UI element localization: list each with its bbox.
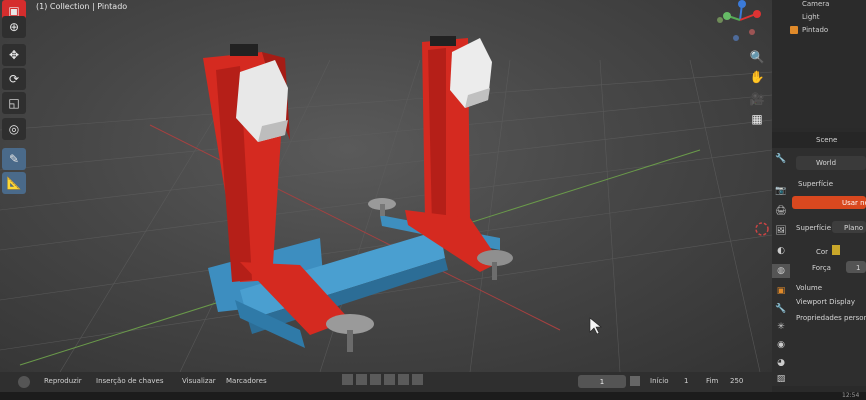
prev-key-icon[interactable] bbox=[356, 374, 367, 385]
start-value[interactable]: 1 bbox=[684, 377, 688, 385]
status-bar: 12:54 bbox=[0, 392, 866, 400]
outliner-item-pintado[interactable]: Pintado bbox=[802, 26, 828, 34]
zoom-icon[interactable]: 🔍 bbox=[748, 48, 766, 66]
move-icon[interactable]: ✥ bbox=[2, 44, 26, 66]
rotate-icon[interactable]: ⟳ bbox=[2, 68, 26, 90]
end-value[interactable]: 250 bbox=[730, 377, 743, 385]
play-icon[interactable] bbox=[384, 374, 395, 385]
playback-controls bbox=[342, 374, 438, 388]
panel-surface-header[interactable]: Superfície bbox=[798, 180, 833, 188]
3d-viewport[interactable]: (1) Collection | Pintado ▣ ⊕ ✥ ⟳ ◱ ◎ ✎ 📐… bbox=[0, 0, 772, 372]
view-layer-tab-icon[interactable]: 🖼 bbox=[772, 224, 790, 238]
world-tab-icon[interactable]: ◍ bbox=[772, 264, 790, 278]
end-label: Fim bbox=[706, 377, 719, 385]
surface-label: Superfície bbox=[796, 224, 832, 232]
start-label: Início bbox=[650, 377, 669, 385]
menu-view[interactable]: Visualizar bbox=[182, 377, 216, 385]
menu-markers[interactable]: Marcadores bbox=[226, 377, 267, 385]
particles-tab-icon[interactable]: ✳ bbox=[772, 320, 790, 334]
mouse-pointer-icon bbox=[589, 317, 602, 335]
cursor-icon[interactable]: ⊕ bbox=[2, 16, 26, 38]
object-tab-icon[interactable]: ▣ bbox=[772, 284, 790, 298]
jump-start-icon[interactable] bbox=[342, 374, 353, 385]
properties-panel: Scene World Superfície Usar nó Superfíci… bbox=[772, 132, 866, 386]
custom-properties-panel[interactable]: Propriedades personalizadas bbox=[796, 314, 866, 322]
surface-value[interactable]: Plano bbox=[844, 224, 863, 232]
navigation-gizmo[interactable] bbox=[717, 0, 761, 41]
grid-view-icon[interactable]: ▦ bbox=[748, 110, 766, 128]
pan-hand-icon[interactable]: ✋ bbox=[748, 68, 766, 86]
tab-scene[interactable]: Scene bbox=[816, 136, 837, 144]
strength-label: Força bbox=[812, 264, 831, 272]
outliner-item-light[interactable]: Light bbox=[802, 13, 819, 21]
next-key-icon[interactable] bbox=[398, 374, 409, 385]
transform-icon[interactable]: ◎ bbox=[2, 118, 26, 140]
outliner-panel: Camera Light Pintado bbox=[772, 0, 866, 128]
viewport-canvas bbox=[0, 0, 772, 372]
measure-icon[interactable]: 📐 bbox=[2, 172, 26, 194]
menu-keying[interactable]: Inserção de chaves bbox=[96, 377, 163, 385]
world-name[interactable]: World bbox=[816, 159, 836, 167]
texture-tab-icon[interactable]: ▨ bbox=[772, 372, 790, 386]
timeline-bar: Reproduzir Inserção de chaves Visualizar… bbox=[0, 372, 772, 392]
output-tab-icon[interactable]: 🖨 bbox=[772, 204, 790, 218]
camera-icon[interactable]: 🎥 bbox=[748, 90, 766, 108]
modifier-tab-icon[interactable]: 🔧 bbox=[772, 302, 790, 316]
viewport-display-panel[interactable]: Viewport Display bbox=[796, 298, 855, 306]
play-reverse-icon[interactable] bbox=[370, 374, 381, 385]
annotate-icon[interactable]: ✎ bbox=[2, 148, 26, 170]
clock: 12:54 bbox=[842, 392, 860, 399]
viewport-header-text: (1) Collection | Pintado bbox=[36, 2, 128, 11]
physics-tab-icon[interactable]: ◉ bbox=[772, 338, 790, 352]
3d-cursor[interactable] bbox=[755, 222, 769, 236]
mesh-object-icon bbox=[790, 26, 798, 34]
timeline-editor-icon[interactable] bbox=[18, 376, 30, 388]
volume-panel[interactable]: Volume bbox=[796, 284, 822, 292]
color-label: Cor bbox=[816, 248, 829, 256]
current-frame-field[interactable]: 1 bbox=[578, 375, 626, 388]
render-tab-icon[interactable]: 📷 bbox=[772, 184, 790, 198]
menu-playback[interactable]: Reproduzir bbox=[44, 377, 82, 385]
material-tab-icon[interactable]: ◕ bbox=[772, 356, 790, 370]
scale-icon[interactable]: ◱ bbox=[2, 92, 26, 114]
preview-range-icon[interactable] bbox=[630, 376, 640, 386]
strength-value[interactable]: 1 bbox=[856, 264, 860, 272]
tool-tab-icon[interactable]: 🔧 bbox=[772, 152, 790, 166]
use-nodes-label: Usar nó bbox=[842, 199, 866, 207]
outliner-item-camera[interactable]: Camera bbox=[802, 0, 829, 8]
jump-end-icon[interactable] bbox=[412, 374, 423, 385]
tool-strip: ▣ ⊕ ✥ ⟳ ◱ ◎ ✎ 📐 bbox=[0, 0, 30, 200]
scene-tab-icon[interactable]: ◐ bbox=[772, 244, 790, 258]
